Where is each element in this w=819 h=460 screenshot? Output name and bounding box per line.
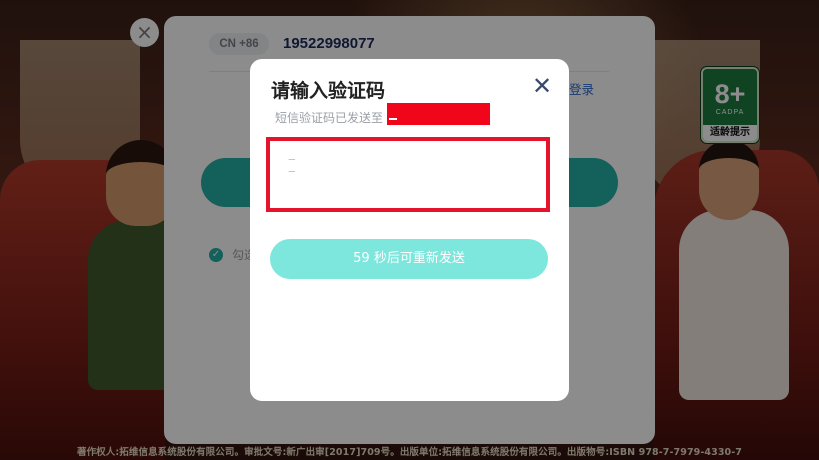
resend-code-button[interactable]: 59 秒后可重新发送 <box>270 239 548 279</box>
redacted-phone-number <box>387 103 490 125</box>
sms-sent-notice: 短信验证码已发送至 <box>275 111 384 125</box>
input-caret-icon: ‒ ‒ <box>288 152 296 178</box>
close-icon[interactable]: ✕ <box>530 74 554 99</box>
verification-dialog: 请输入验证码 ✕ 短信验证码已发送至 ‒ ‒ 59 秒后可重新发送 <box>250 59 569 401</box>
verification-code-input[interactable]: ‒ ‒ <box>266 137 550 212</box>
dialog-title: 请输入验证码 <box>271 80 386 102</box>
